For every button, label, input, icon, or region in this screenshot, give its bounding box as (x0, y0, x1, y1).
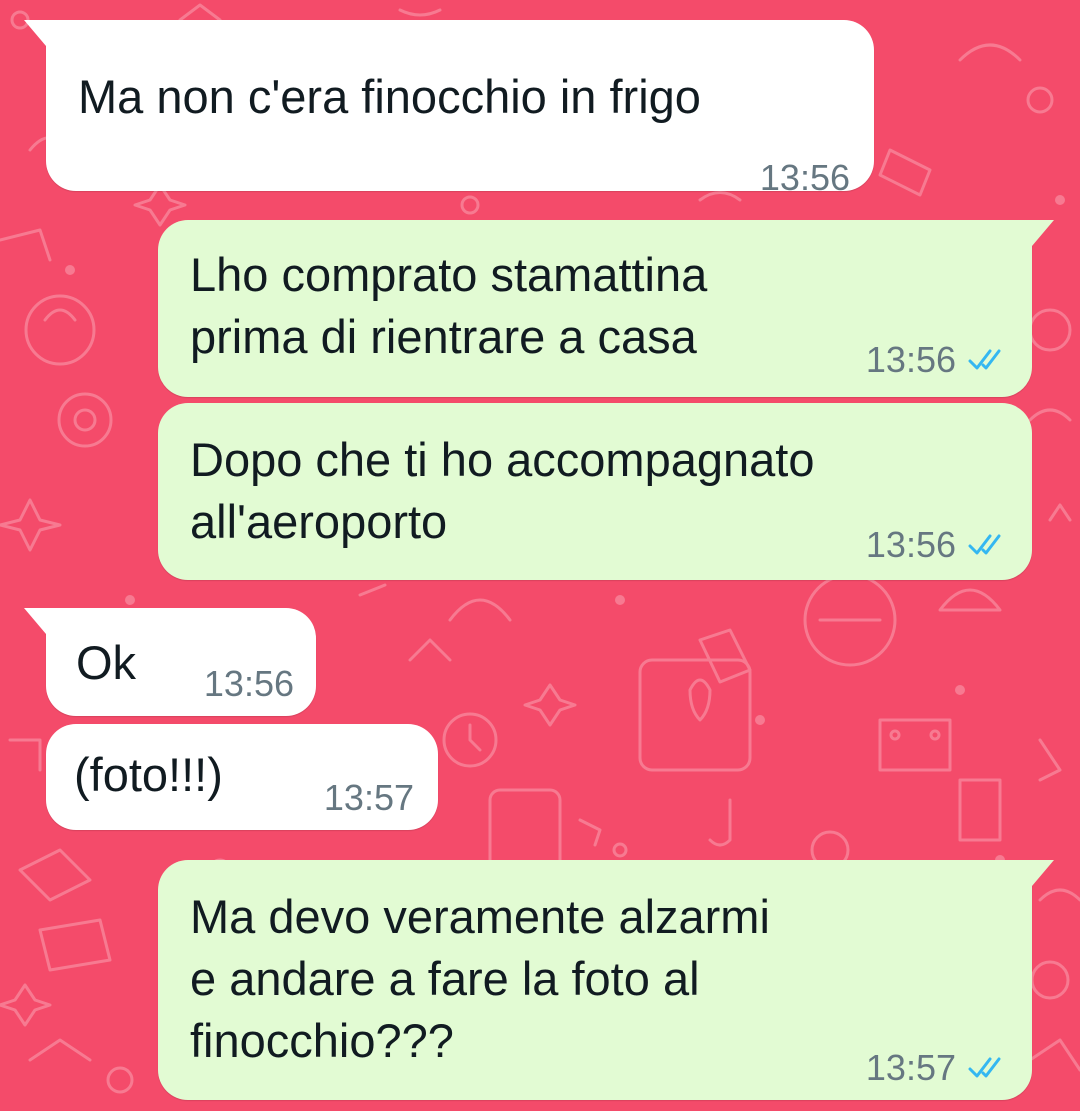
read-receipt-icon (968, 349, 1001, 370)
message-text: (foto!!!) (74, 748, 223, 801)
message-bubble-outgoing[interactable]: Ma devo veramente alzarmi e andare a far… (158, 860, 1054, 1100)
message-time: 13:56 (865, 524, 956, 565)
read-receipt-icon (968, 1057, 1001, 1078)
bubble-tail (1032, 220, 1054, 246)
message-text: Lho comprato stamattina prima di rientra… (190, 248, 708, 363)
message-meta: 13:56 (866, 525, 1008, 565)
message-time: 13:57 (865, 1047, 956, 1088)
message-bubble-incoming[interactable]: Ma non c'era finocchio in frigo 13:56 (24, 20, 874, 198)
message-time: 13:56 (203, 663, 294, 704)
message-time: 13:57 (323, 777, 414, 818)
message-bubble-incoming[interactable]: (foto!!!) 13:57 (46, 724, 438, 830)
message-text: Ok (76, 636, 137, 689)
message-time: 13:56 (759, 157, 850, 198)
message-time: 13:56 (865, 339, 956, 380)
bubble-tail (24, 608, 46, 634)
message-meta: 13:57 (324, 778, 414, 818)
message-text: Ma devo veramente alzarmi e andare a far… (190, 890, 770, 1067)
message-meta: 13:56 (866, 340, 1008, 380)
message-meta: 13:56 (204, 664, 294, 704)
bubble-tail (1032, 860, 1054, 886)
message-meta: 13:57 (866, 1048, 1008, 1088)
bubble-tail (24, 20, 46, 46)
message-bubble-outgoing[interactable]: Dopo che ti ho accompagnato all'aeroport… (158, 403, 1032, 580)
read-receipt-icon (968, 534, 1001, 555)
message-text: Dopo che ti ho accompagnato all'aeroport… (190, 433, 815, 548)
message-bubble-outgoing[interactable]: Lho comprato stamattina prima di rientra… (158, 220, 1054, 397)
message-meta: 13:56 (760, 158, 850, 198)
message-text: Ma non c'era finocchio in frigo (78, 70, 701, 123)
message-bubble-incoming[interactable]: Ok 13:56 (24, 608, 316, 716)
